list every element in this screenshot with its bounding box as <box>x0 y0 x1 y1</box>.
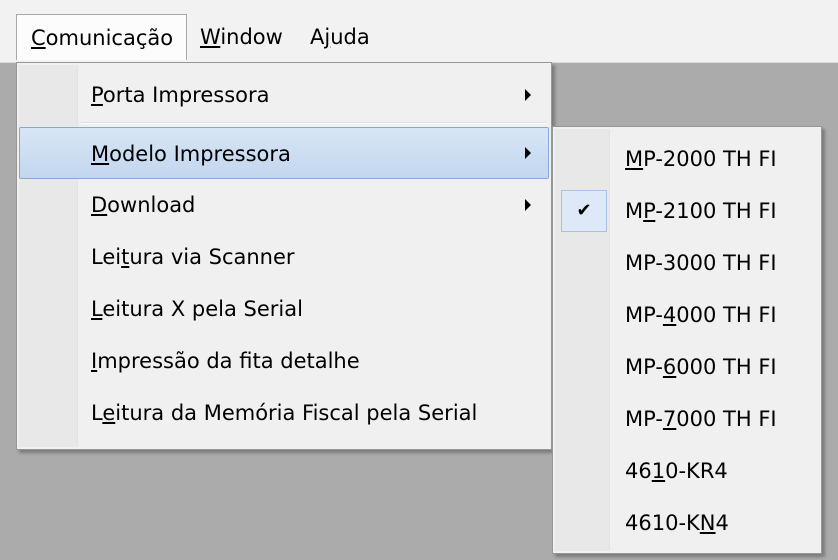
submenu-item-label: 4610-KN4 <box>625 511 729 535</box>
menu-comunicacao[interactable]: Comunicação <box>16 14 187 60</box>
menu-item-impressao-fita-detalhe[interactable]: Impressão da fita detalhe <box>19 335 549 387</box>
menu-item-label: Porta Impressora <box>91 83 270 107</box>
menu-item-download[interactable]: Download <box>19 179 549 231</box>
menu-item-label: Leitura da Memória Fiscal pela Serial <box>91 401 478 425</box>
comunicacao-dropdown-menu: Porta Impressora Modelo Impressora Downl… <box>16 62 552 450</box>
submenu-item-label: MP-2000 TH FI <box>625 147 777 171</box>
checkmark-icon: ✔ <box>561 190 607 232</box>
menu-item-label: Modelo Impressora <box>91 142 291 166</box>
submenu-item-label: MP-3000 TH FI <box>625 251 777 275</box>
menu-ajuda-label: uda <box>330 25 370 49</box>
menu-item-label: Download <box>91 193 196 217</box>
submenu-item-label: MP-2100 TH FI <box>625 199 777 223</box>
menu-window-accesskey: W <box>200 25 221 49</box>
menu-item-label: Leitura X pela Serial <box>91 297 303 321</box>
submenu-item-label: MP-7000 TH FI <box>625 407 777 431</box>
submenu-item-mp-2000[interactable]: MP-2000 TH FI <box>555 133 819 185</box>
submenu-item-mp-7000[interactable]: MP-7000 TH FI <box>555 393 819 445</box>
menu-item-leitura-memoria-fiscal[interactable]: Leitura da Memória Fiscal pela Serial <box>19 387 549 439</box>
submenu-item-mp-2100[interactable]: ✔ MP-2100 TH FI <box>555 185 819 237</box>
menu-item-modelo-impressora[interactable]: Modelo Impressora <box>19 127 549 179</box>
menu-item-label: Leitura via Scanner <box>91 245 295 269</box>
submenu-item-label: MP-4000 TH FI <box>625 303 777 327</box>
menu-ajuda[interactable]: Ajuda <box>306 14 386 60</box>
submenu-item-label: MP-6000 TH FI <box>625 355 777 379</box>
menu-item-leitura-x-serial[interactable]: Leitura X pela Serial <box>19 283 549 335</box>
submenu-arrow-icon <box>525 147 531 159</box>
menu-window[interactable]: Window <box>199 14 299 60</box>
submenu-item-4610-kr4[interactable]: 4610-KR4 <box>555 445 819 497</box>
modelo-impressora-submenu: MP-2000 TH FI ✔ MP-2100 TH FI MP-3000 TH… <box>552 126 822 554</box>
submenu-item-mp-3000[interactable]: MP-3000 TH FI <box>555 237 819 289</box>
menu-ajuda-label-pre: A <box>310 25 325 49</box>
menu-item-leitura-via-scanner[interactable]: Leitura via Scanner <box>19 231 549 283</box>
menu-window-label: indow <box>220 25 283 49</box>
submenu-arrow-icon <box>525 89 531 101</box>
menu-item-porta-impressora[interactable]: Porta Impressora <box>19 69 549 121</box>
submenu-item-label: 4610-KR4 <box>625 459 728 483</box>
submenu-item-mp-4000[interactable]: MP-4000 TH FI <box>555 289 819 341</box>
menu-bar: Comunicação Window Ajuda <box>0 0 838 63</box>
menu-comunicacao-label: omunicação <box>45 26 174 50</box>
submenu-item-mp-6000[interactable]: MP-6000 TH FI <box>555 341 819 393</box>
menu-item-label: Impressão da fita detalhe <box>91 349 360 373</box>
submenu-item-4610-kn4[interactable]: 4610-KN4 <box>555 497 819 549</box>
menu-comunicacao-accesskey: C <box>31 26 46 50</box>
menu-separator <box>81 122 547 124</box>
submenu-arrow-icon <box>525 199 531 211</box>
